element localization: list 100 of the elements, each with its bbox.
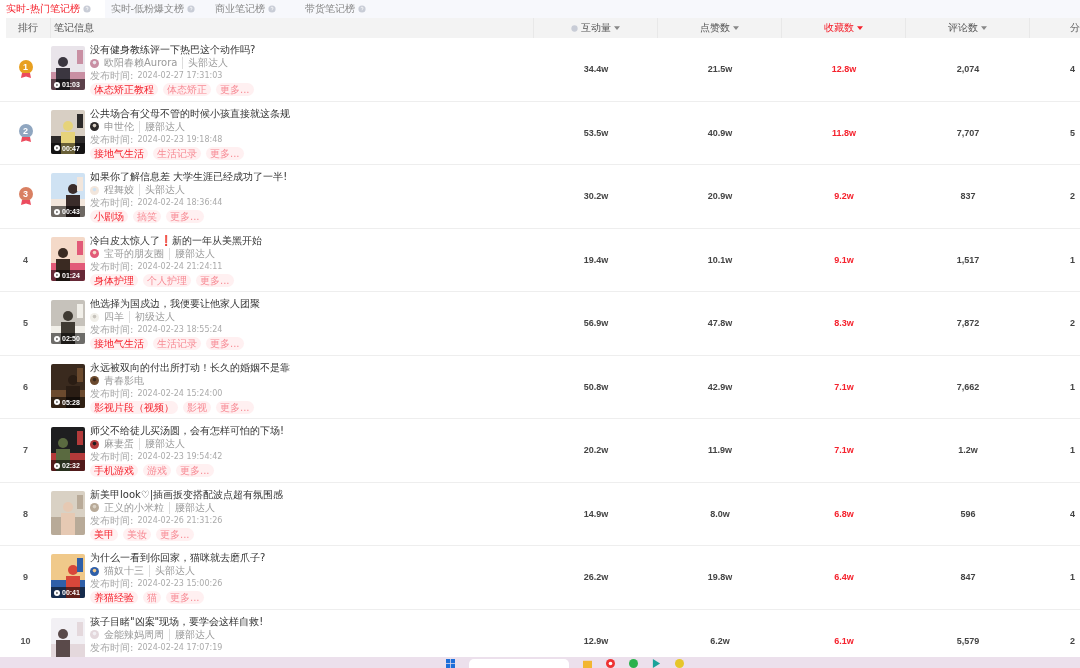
table-cell: 7,707	[956, 127, 980, 138]
table-cell: 11.8w	[832, 127, 856, 138]
table-cell: 5,579	[956, 635, 980, 646]
start-icon[interactable]	[446, 659, 455, 668]
table-cell: 7.1w	[834, 445, 854, 456]
tag: 生活记录	[153, 146, 201, 160]
note-title[interactable]: 新美甲look♡|插画扳变搭配波点超有氛围感	[90, 488, 284, 501]
author-name[interactable]: 欧阳春赖Aurora	[104, 57, 178, 69]
table-cell: 9.2w	[834, 191, 854, 202]
note-title[interactable]: 没有健身教练评一下热巴这个动作吗?	[90, 44, 256, 56]
table-cell: 6.4w	[834, 572, 854, 583]
browser-icon[interactable]	[606, 659, 615, 668]
author-name[interactable]: 申世伦	[104, 120, 134, 133]
table-cell: 53.5w	[583, 127, 609, 138]
author-name[interactable]: 金能辣妈周周	[104, 628, 164, 641]
note-title[interactable]: 冷白皮太惊人了❗新的一年从美黑开始	[90, 234, 262, 247]
more-tags-button[interactable]: 更多...	[156, 527, 194, 541]
more-tags-button[interactable]: 更多...	[196, 273, 234, 287]
author-name[interactable]: 青春影电	[104, 374, 144, 387]
more-tags-button[interactable]: 更多...	[166, 210, 204, 223]
publish-label: 发布时间:	[90, 514, 134, 527]
help-icon	[82, 5, 91, 13]
info-icon	[571, 24, 578, 32]
table-cell: 4	[1070, 64, 1075, 75]
author-level: 腰部达人	[169, 501, 215, 514]
table-cell: 26.2w	[583, 572, 609, 583]
table-cell: 1	[1070, 572, 1075, 583]
avatar	[90, 376, 99, 385]
more-tags-button[interactable]: 更多...	[176, 464, 214, 477]
note-title[interactable]: 孩子目睹"凶案"现场，要学会这样自救!	[90, 615, 264, 628]
tag: 手机游戏	[90, 464, 138, 477]
note-title[interactable]: 为什么一看到你回家，猫咪就去磨爪子?	[90, 552, 266, 564]
caret-icon[interactable]	[733, 26, 739, 30]
tab[interactable]: 实时-热门笔记榜	[0, 0, 105, 18]
table-cell: 5	[1070, 127, 1075, 138]
table-cell: 7.1w	[834, 381, 854, 392]
table-cell: 1	[1070, 254, 1075, 265]
table-cell: 42.9w	[707, 381, 733, 392]
tag: 小剧场	[90, 210, 128, 223]
tag: 影视片段（视频）	[90, 400, 178, 414]
column-header[interactable]: 评论数	[948, 21, 978, 35]
note-title[interactable]: 永远被双向的付出所打动！长久的婚姻不是靠	[90, 361, 290, 374]
more-tags-button[interactable]: 更多...	[206, 146, 244, 160]
note-title[interactable]: 公共场合有父母不管的时候小孩直接就这条规	[90, 107, 290, 120]
more-tags-button[interactable]: 更多...	[216, 400, 254, 414]
publish-time: 2024-02-24 15:24:00	[137, 387, 223, 400]
table-cell: 2	[1070, 318, 1075, 329]
avatar	[90, 566, 99, 576]
avatar	[90, 122, 99, 131]
author-name[interactable]: 猫奴十三	[104, 565, 144, 577]
author-name[interactable]: 麻妻蛋	[104, 438, 134, 450]
more-tags-button[interactable]: 更多...	[166, 591, 204, 604]
avatar	[90, 439, 99, 449]
author-level: 头部达人	[182, 57, 229, 69]
tag: 接地气生活	[90, 337, 148, 350]
table-cell: 20.2w	[583, 445, 609, 456]
publish-time: 2024-02-23 19:18:48	[137, 133, 223, 146]
avatar	[90, 503, 99, 512]
author-level: 腰部达人	[139, 438, 185, 450]
caret-icon[interactable]	[614, 26, 620, 30]
author-name[interactable]: 正义的小米粒	[104, 501, 164, 514]
tag: 搞笑	[133, 210, 161, 223]
column-header[interactable]: 收藏数	[824, 21, 854, 35]
table-cell: 2	[1070, 191, 1075, 202]
column-header[interactable]: 点赞数	[700, 21, 730, 35]
note-title[interactable]: 如果你了解信息差 大学生涯已经成功了一半!	[90, 171, 288, 183]
publish-time: 2024-02-24 17:07:19	[137, 641, 223, 654]
table-cell: 6.1w	[834, 635, 854, 646]
publish-label: 发布时间:	[90, 641, 134, 654]
column-header: 分	[1070, 21, 1080, 35]
more-tags-button[interactable]: 更多...	[206, 337, 244, 350]
table-cell: 50.8w	[583, 381, 609, 392]
caret-icon[interactable]	[857, 26, 863, 30]
publish-time: 2024-02-24 18:36:44	[137, 197, 223, 209]
table-cell: 14.9w	[583, 508, 609, 519]
table-cell: 56.9w	[583, 318, 609, 329]
column-header: 笔记信息	[54, 21, 94, 35]
table-cell: 47.8w	[707, 318, 733, 329]
tag: 美妆	[123, 527, 151, 541]
more-tags-button[interactable]: 更多...	[216, 83, 254, 96]
author-name[interactable]: 宝哥的朋友圈	[104, 247, 164, 260]
tag: 体态矫正教程	[90, 83, 158, 96]
author-name[interactable]: 四羊	[104, 311, 124, 323]
caret-icon[interactable]	[981, 26, 987, 30]
column-header[interactable]: 互动量	[581, 21, 611, 35]
rank-number: 10	[20, 635, 31, 646]
tag: 美甲	[90, 527, 118, 541]
search-field[interactable]	[469, 659, 569, 668]
author-name[interactable]: 程舞姣	[104, 184, 134, 196]
note-title[interactable]: 师父不给徒儿买汤圆，会有怎样可怕的下场!	[90, 425, 284, 437]
table-cell: 19.8w	[707, 572, 733, 583]
table-cell: 11.9w	[708, 445, 732, 456]
note-title[interactable]: 他选择为国戍边，我便要让他家人团聚	[90, 298, 260, 310]
avatar	[90, 630, 99, 639]
publish-label: 发布时间:	[90, 197, 134, 209]
folder-icon[interactable]	[583, 659, 592, 668]
table-cell: 34.4w	[583, 64, 609, 75]
avatar	[90, 185, 99, 195]
tag: 养猫经验	[90, 591, 138, 604]
app-icon[interactable]	[652, 659, 661, 668]
